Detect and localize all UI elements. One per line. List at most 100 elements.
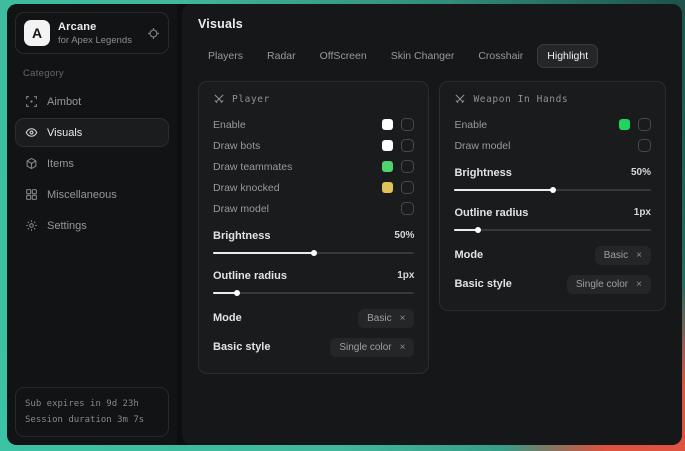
gear-icon (25, 219, 38, 232)
setting-row-enable: Enable (213, 114, 414, 135)
box-icon (25, 157, 38, 170)
enable-checkbox[interactable] (401, 118, 414, 131)
sidebar-item-label: Aimbot (47, 96, 81, 108)
setting-row-mode: Mode Basic × (454, 242, 651, 268)
brightness-slider[interactable] (213, 252, 414, 254)
tab-skin-changer[interactable]: Skin Changer (381, 44, 465, 68)
setting-label: Draw teammates (213, 161, 292, 173)
setting-row-draw-teammates: Draw teammates (213, 156, 414, 177)
crosshair-icon (25, 95, 38, 108)
tab-highlight[interactable]: Highlight (537, 44, 598, 68)
setting-row-brightness: Brightness 50% (454, 162, 651, 183)
sidebar-item-aimbot[interactable]: Aimbot (15, 87, 169, 116)
weapon-in-hands-card: Weapon In Hands Enable Draw model (439, 81, 666, 311)
outline-radius-slider[interactable] (454, 229, 651, 231)
setting-row-brightness: Brightness 50% (213, 225, 414, 246)
setting-row-draw-model: Draw model (454, 135, 651, 156)
brand-text: Arcane for Apex Legends (58, 21, 139, 46)
basic-style-tag[interactable]: Single color × (330, 338, 414, 357)
weapon-card-header: Weapon In Hands (454, 93, 651, 105)
eye-icon (25, 126, 38, 139)
app-logo: A (24, 20, 50, 46)
app-name: Arcane (58, 21, 139, 33)
brand-card: A Arcane for Apex Legends (15, 12, 169, 54)
slider-fill (454, 229, 478, 231)
tab-radar[interactable]: Radar (257, 44, 306, 68)
player-card-header: Player (213, 93, 414, 105)
draw-model-checkbox[interactable] (401, 202, 414, 215)
slider-thumb[interactable] (311, 250, 317, 256)
setting-label: Draw model (213, 203, 269, 215)
setting-row-draw-bots: Draw bots (213, 135, 414, 156)
draw-knocked-checkbox[interactable] (401, 181, 414, 194)
color-swatch[interactable] (382, 119, 393, 130)
close-icon[interactable]: × (400, 313, 406, 324)
crossed-swords-icon (454, 93, 466, 105)
close-icon[interactable]: × (636, 250, 642, 261)
sidebar-item-items[interactable]: Items (15, 149, 169, 178)
sidebar-item-visuals[interactable]: Visuals (15, 118, 169, 147)
draw-bots-checkbox[interactable] (401, 139, 414, 152)
setting-row-draw-model: Draw model (213, 198, 414, 219)
sidebar-item-label: Visuals (47, 127, 82, 139)
setting-row-basic-style: Basic style Single color × (454, 271, 651, 297)
setting-row-outline-radius: Outline radius 1px (454, 202, 651, 223)
slider-fill (454, 189, 552, 191)
slider-thumb[interactable] (234, 290, 240, 296)
main-panel: Visuals Players Radar OffScreen Skin Cha… (182, 4, 682, 445)
crossed-swords-icon (213, 93, 225, 105)
setting-row-basic-style: Basic style Single color × (213, 334, 414, 360)
color-swatch[interactable] (382, 182, 393, 193)
slider-thumb[interactable] (550, 187, 556, 193)
app-window: A Arcane for Apex Legends Category Aimbo… (7, 4, 682, 445)
outline-radius-slider[interactable] (213, 292, 414, 294)
tag-label: Single color (339, 342, 391, 353)
setting-label: Mode (454, 249, 483, 261)
close-icon[interactable]: × (636, 279, 642, 290)
slider-thumb[interactable] (475, 227, 481, 233)
draw-teammates-checkbox[interactable] (401, 160, 414, 173)
brightness-slider[interactable] (454, 189, 651, 191)
tab-crosshair[interactable]: Crosshair (468, 44, 533, 68)
subscription-info: Sub expires in 9d 23h Session duration 3… (15, 387, 169, 437)
color-swatch[interactable] (619, 119, 630, 130)
category-label: Category (23, 68, 161, 79)
sidebar-item-label: Miscellaneous (47, 189, 117, 201)
setting-label: Enable (213, 119, 246, 131)
brightness-value: 50% (631, 167, 651, 178)
sidebar-item-miscellaneous[interactable]: Miscellaneous (15, 180, 169, 209)
outline-radius-value: 1px (634, 207, 651, 218)
draw-model-checkbox[interactable] (638, 139, 651, 152)
grid-icon (25, 188, 38, 201)
basic-style-tag[interactable]: Single color × (567, 275, 651, 294)
tab-offscreen[interactable]: OffScreen (310, 44, 377, 68)
setting-label: Enable (454, 119, 487, 131)
mode-tag[interactable]: Basic × (595, 246, 651, 265)
highlight-content: Player Enable Draw bots (198, 81, 666, 374)
mode-tag[interactable]: Basic × (358, 309, 414, 328)
sidebar-item-label: Items (47, 158, 74, 170)
sidebar: A Arcane for Apex Legends Category Aimbo… (7, 4, 177, 445)
color-swatch[interactable] (382, 140, 393, 151)
tag-label: Basic (604, 250, 628, 261)
tab-bar: Players Radar OffScreen Skin Changer Cro… (198, 44, 666, 68)
tab-players[interactable]: Players (198, 44, 253, 68)
player-card: Player Enable Draw bots (198, 81, 429, 374)
sidebar-item-settings[interactable]: Settings (15, 211, 169, 240)
setting-row-enable: Enable (454, 114, 651, 135)
sub-expires-text: Sub expires in 9d 23h (25, 396, 159, 412)
slider-fill (213, 252, 314, 254)
close-icon[interactable]: × (400, 342, 406, 353)
player-card-title: Player (232, 94, 270, 105)
setting-label: Basic style (454, 278, 511, 290)
setting-row-draw-knocked: Draw knocked (213, 177, 414, 198)
target-settings-icon[interactable] (147, 27, 160, 40)
setting-label: Draw model (454, 140, 510, 152)
color-swatch[interactable] (382, 161, 393, 172)
slider-fill (213, 292, 237, 294)
session-duration-text: Session duration 3m 7s (25, 412, 159, 428)
enable-checkbox[interactable] (638, 118, 651, 131)
setting-label: Outline radius (213, 270, 287, 282)
setting-label: Draw knocked (213, 182, 280, 194)
setting-label: Brightness (454, 167, 511, 179)
